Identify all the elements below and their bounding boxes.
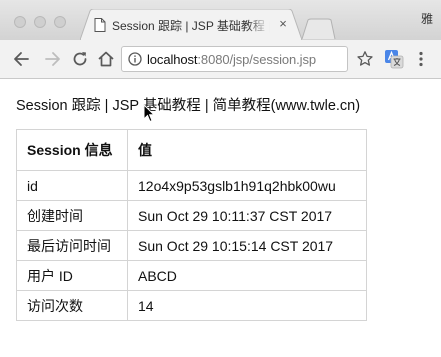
row-value: 14 xyxy=(127,290,367,321)
table-row: 最后访问时间 Sun Oct 29 10:15:14 CST 2017 xyxy=(16,230,367,261)
url-path: :8080/jsp/session.jsp xyxy=(197,52,317,67)
row-label: 创建时间 xyxy=(16,200,128,231)
session-table: Session 信息 值 id 12o4x9p53gslb1h91q2hbk00… xyxy=(16,129,367,321)
column-header: Session 信息 xyxy=(16,129,128,171)
profile-name[interactable]: 雅 xyxy=(421,10,433,27)
toolbar: localhost:8080/jsp/session.jsp xyxy=(0,40,441,79)
more-vert-icon[interactable] xyxy=(418,51,424,67)
row-label: 最后访问时间 xyxy=(16,230,128,261)
new-tab-button[interactable] xyxy=(300,18,336,40)
reload-icon[interactable] xyxy=(70,49,90,69)
url-text[interactable]: localhost:8080/jsp/session.jsp xyxy=(147,52,316,67)
page-title: Session 跟踪 | JSP 基础教程 | 简单教程(www.twle.cn… xyxy=(16,98,361,114)
mouse-cursor-icon xyxy=(143,104,155,123)
tab-title: Session 跟踪 | JSP 基础教程 | 简单教程 xyxy=(112,19,270,33)
home-icon[interactable] xyxy=(96,49,116,69)
star-icon[interactable] xyxy=(356,50,374,68)
arrow-right-icon[interactable] xyxy=(42,49,62,69)
arrow-left-icon[interactable] xyxy=(12,49,32,69)
info-icon[interactable] xyxy=(128,52,142,66)
row-label: id xyxy=(16,170,128,201)
row-label: 访问次数 xyxy=(16,290,128,321)
row-value: Sun Oct 29 10:11:37 CST 2017 xyxy=(127,200,367,231)
url-host: localhost xyxy=(147,52,198,67)
table-row: id 12o4x9p53gslb1h91q2hbk00wu xyxy=(16,170,367,201)
maximize-window-icon[interactable] xyxy=(54,16,66,28)
row-label: 用户 ID xyxy=(16,260,128,291)
close-window-icon[interactable] xyxy=(14,16,26,28)
row-value: 12o4x9p53gslb1h91q2hbk00wu xyxy=(127,170,367,201)
table-header-row: Session 信息 值 xyxy=(16,129,367,171)
row-value: ABCD xyxy=(127,260,367,291)
minimize-window-icon[interactable] xyxy=(34,16,46,28)
document-icon xyxy=(94,18,106,32)
table-row: 用户 ID ABCD xyxy=(16,260,367,291)
table-row: 访问次数 14 xyxy=(16,290,367,321)
translate-icon[interactable] xyxy=(384,49,404,69)
close-tab-icon[interactable]: × xyxy=(277,17,289,30)
column-header: 值 xyxy=(127,129,367,171)
tab-active[interactable]: Session 跟踪 | JSP 基础教程 | 简单教程 × xyxy=(80,9,302,40)
tab-strip: Session 跟踪 | JSP 基础教程 | 简单教程 × 雅 xyxy=(0,0,441,40)
address-bar[interactable]: localhost:8080/jsp/session.jsp xyxy=(121,46,348,72)
browser-window: Session 跟踪 | JSP 基础教程 | 简单教程 × 雅 xyxy=(0,0,441,357)
table-row: 创建时间 Sun Oct 29 10:11:37 CST 2017 xyxy=(16,200,367,231)
page-content: Session 跟踪 | JSP 基础教程 | 简单教程(www.twle.cn… xyxy=(0,79,441,357)
row-value: Sun Oct 29 10:15:14 CST 2017 xyxy=(127,230,367,261)
